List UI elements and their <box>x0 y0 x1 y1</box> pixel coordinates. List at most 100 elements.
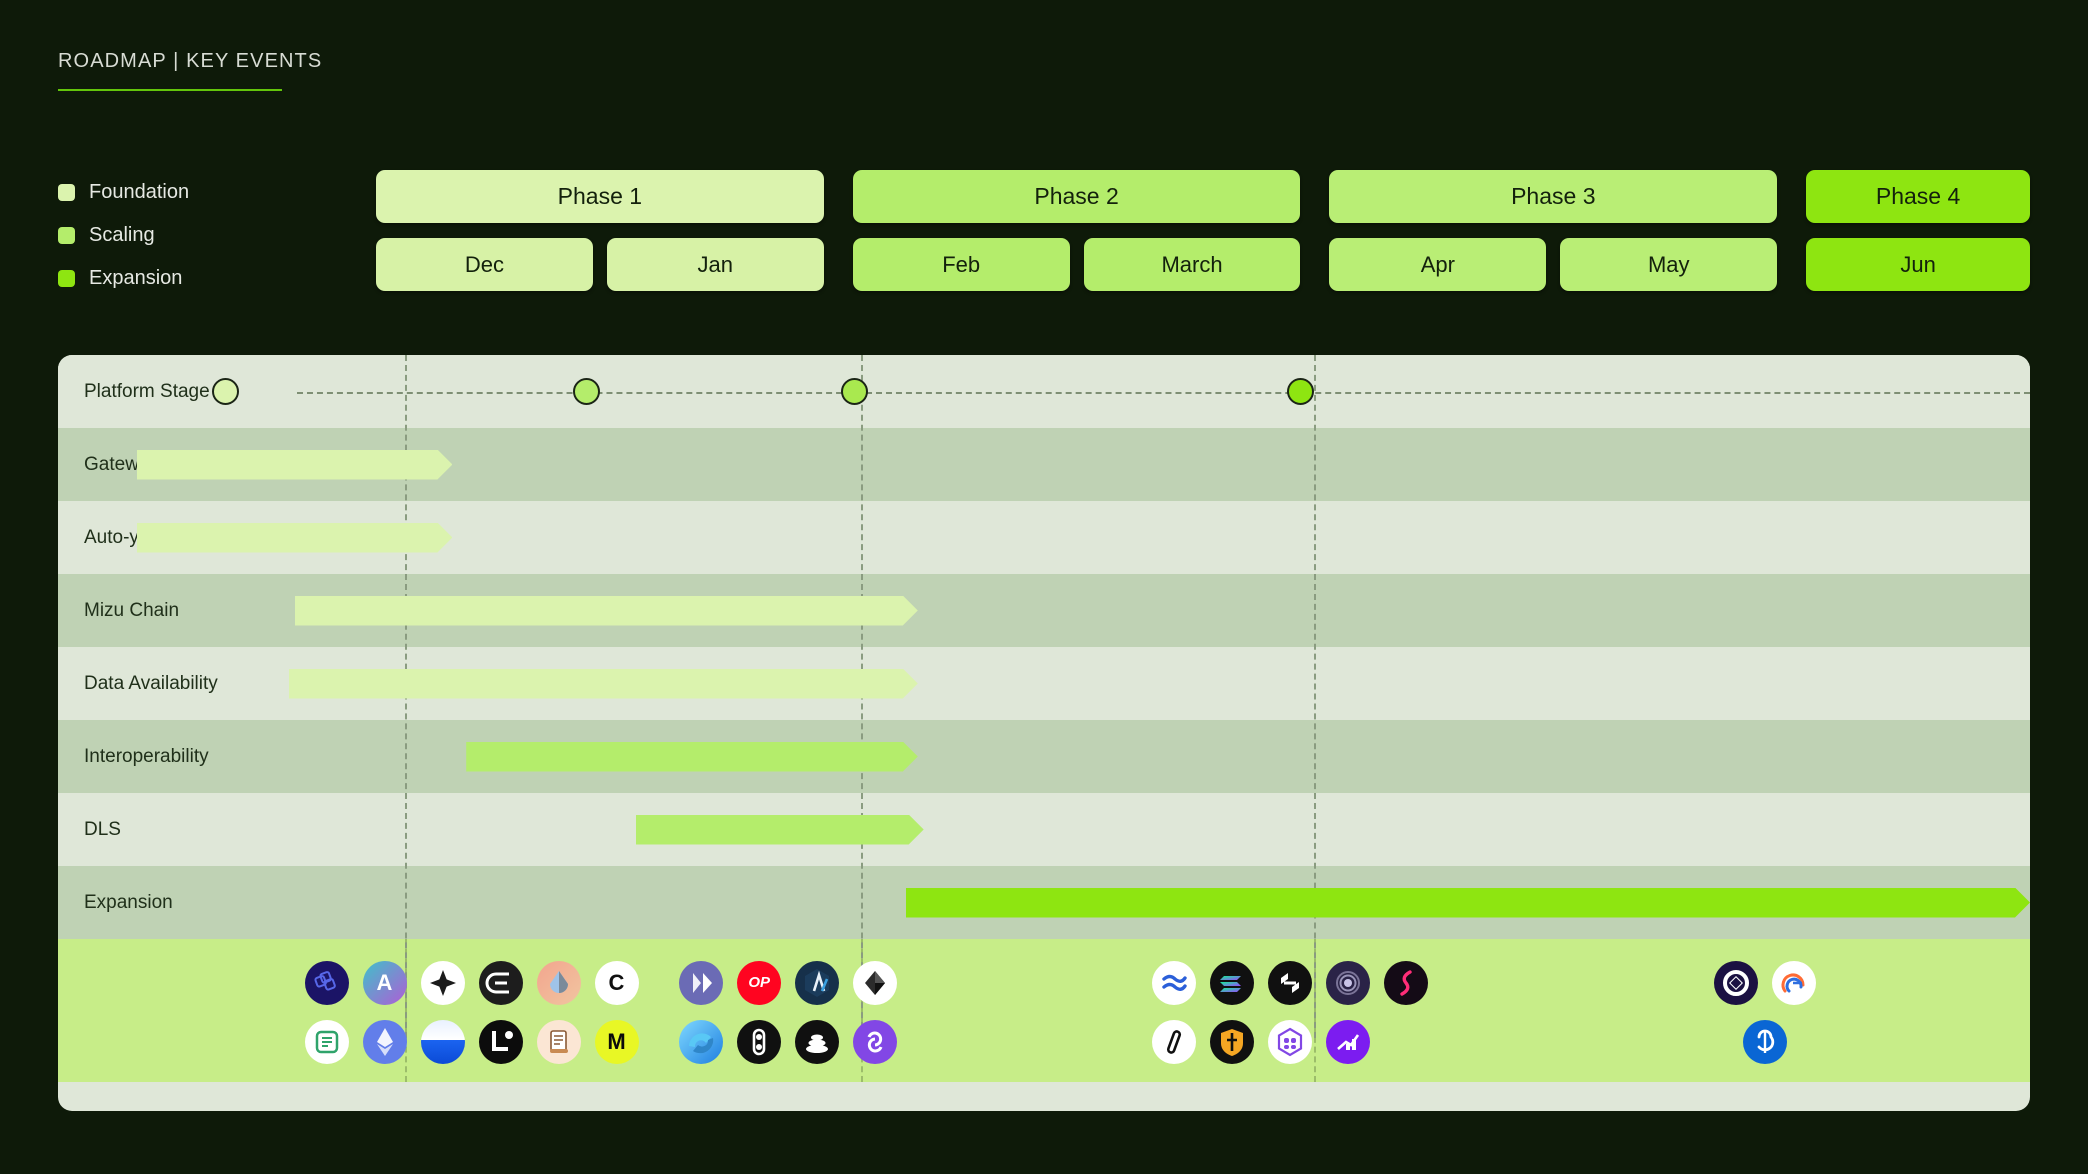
gantt-bar[interactable] <box>906 888 2030 918</box>
month-button[interactable]: May <box>1560 238 1778 291</box>
gantt-row-label: Mizu Chain <box>84 599 180 621</box>
ethereum-icon[interactable] <box>362 1019 407 1064</box>
gantt-row: Data Availability <box>58 647 2030 720</box>
pencil-icon[interactable] <box>1152 1019 1197 1064</box>
phase-button[interactable]: Phase 3 <box>1329 170 1778 223</box>
gantt-row-label: Interoperability <box>84 745 209 767</box>
zeta-icon[interactable] <box>1384 960 1429 1005</box>
gantt-row-track <box>283 574 2030 647</box>
moonbeam-m-icon[interactable]: M <box>594 1019 639 1064</box>
month-button[interactable]: Jan <box>606 238 824 291</box>
milestone-marker[interactable] <box>1286 378 1314 405</box>
milestone-connector-line <box>297 391 2030 394</box>
gantt-rows: Platform Stage Gateway Auto-yield Mizu Chai… <box>58 355 2030 939</box>
milestone-marker[interactable] <box>212 378 240 405</box>
sei-icon[interactable] <box>1152 960 1197 1005</box>
month-button[interactable]: Jun <box>1806 238 2031 291</box>
ethena-icon[interactable] <box>478 960 523 1005</box>
partner-logos-row: A C M OP <box>58 939 2030 1082</box>
month-button[interactable]: Feb <box>852 238 1070 291</box>
solana-icon[interactable] <box>1210 960 1255 1005</box>
milestone-marker[interactable] <box>841 378 869 405</box>
partner-logo-group <box>1714 955 1817 1073</box>
gantt-row-track <box>283 793 2030 866</box>
gantt-row-label: Data Availability <box>84 672 218 694</box>
partner-logo-line: AC <box>304 955 639 1010</box>
aave-icon[interactable] <box>1772 960 1817 1005</box>
linea-l-icon[interactable] <box>478 1019 523 1064</box>
base-icon[interactable] <box>420 1019 465 1064</box>
logo-glyph: C <box>608 969 625 995</box>
legend-item: Foundation <box>58 176 189 208</box>
swirl-icon[interactable] <box>679 1019 724 1064</box>
partner-logo-group: OP <box>679 955 898 1073</box>
phase-button[interactable]: Phase 4 <box>1806 170 2031 223</box>
diamond-icon[interactable] <box>420 960 465 1005</box>
gantt-row: Gateway <box>58 428 2030 501</box>
gantt-bar[interactable] <box>137 450 453 480</box>
arbitrum-a-icon[interactable]: A <box>362 960 407 1005</box>
stack-icon[interactable] <box>795 1019 840 1064</box>
arbitrum-icon[interactable] <box>795 960 840 1005</box>
milestone-marker[interactable] <box>572 378 600 405</box>
logo-glyph: OP <box>748 974 771 991</box>
polygon-icon[interactable] <box>853 1019 898 1064</box>
gantt-row: Interoperability <box>58 720 2030 793</box>
phase-button[interactable]: Phase 2 <box>852 170 1301 223</box>
gantt-bar[interactable] <box>466 742 918 772</box>
gantt-row: Expansion <box>58 866 2030 939</box>
phase-column: Phase 2 Feb March <box>852 170 1301 291</box>
page-title: ROADMAP | KEY EVENTS <box>58 50 323 72</box>
month-row: Dec Jan <box>376 238 824 291</box>
gantt-bar[interactable] <box>636 815 924 845</box>
gantt-row: Mizu Chain <box>58 574 2030 647</box>
maker-icon[interactable] <box>1714 960 1759 1005</box>
partner-logo-line <box>1714 955 1817 1010</box>
gantt-bar[interactable] <box>289 669 918 699</box>
legend-swatch <box>58 226 75 244</box>
month-button[interactable]: Apr <box>1329 238 1547 291</box>
shield-icon[interactable] <box>1210 1019 1255 1064</box>
partner-logo-line <box>1152 955 1429 1010</box>
sui-icon[interactable] <box>679 960 724 1005</box>
partner-logo-line <box>1714 1014 1816 1069</box>
celo-c-icon[interactable]: C <box>594 960 639 1005</box>
yearn-icon[interactable] <box>1743 1019 1788 1064</box>
gantt-row-label: Expansion <box>84 891 173 913</box>
title-underline <box>58 89 282 91</box>
month-button[interactable]: March <box>1083 238 1301 291</box>
lido-drop-icon[interactable] <box>536 960 581 1005</box>
gantt-row-label: DLS <box>84 818 121 840</box>
legend-swatch <box>58 183 75 201</box>
optimism-icon[interactable]: OP <box>737 960 782 1005</box>
phase-button[interactable]: Phase 1 <box>376 170 824 223</box>
legend-item: Scaling <box>58 219 189 251</box>
legend-item-label: Scaling <box>89 223 155 246</box>
partner-logo-line <box>1152 1014 1428 1069</box>
near-icon[interactable] <box>1268 960 1313 1005</box>
starknet-icon[interactable] <box>853 960 898 1005</box>
gantt-row-label: Platform Stage <box>84 380 210 402</box>
notes-icon[interactable] <box>304 1019 349 1064</box>
scroll-icon[interactable] <box>536 1019 581 1064</box>
month-row: Jun <box>1806 238 2031 291</box>
gantt-row-track <box>283 720 2030 793</box>
gantt-bar[interactable] <box>295 596 918 626</box>
chart-icon[interactable] <box>1326 1019 1371 1064</box>
gantt-row-track <box>283 428 2030 501</box>
gantt-row: Platform Stage <box>58 355 2030 428</box>
gantt-bar[interactable] <box>137 523 453 553</box>
month-row: Feb March <box>852 238 1301 291</box>
gantt-row-track <box>283 501 2030 574</box>
nillion-icon[interactable] <box>304 960 349 1005</box>
legend-item-label: Foundation <box>89 180 190 203</box>
month-button[interactable]: Dec <box>376 238 593 291</box>
gantt-row: DLS <box>58 793 2030 866</box>
hex-mask-icon[interactable] <box>1268 1019 1313 1064</box>
phase-column: Phase 1 Dec Jan <box>376 170 824 291</box>
chain-link-icon[interactable] <box>737 1019 782 1064</box>
rings-icon[interactable] <box>1326 960 1371 1005</box>
phase-column: Phase 3 Apr May <box>1329 170 1778 291</box>
phase-column: Phase 4 Jun <box>1806 170 2031 291</box>
partner-logo-line <box>679 1014 898 1069</box>
